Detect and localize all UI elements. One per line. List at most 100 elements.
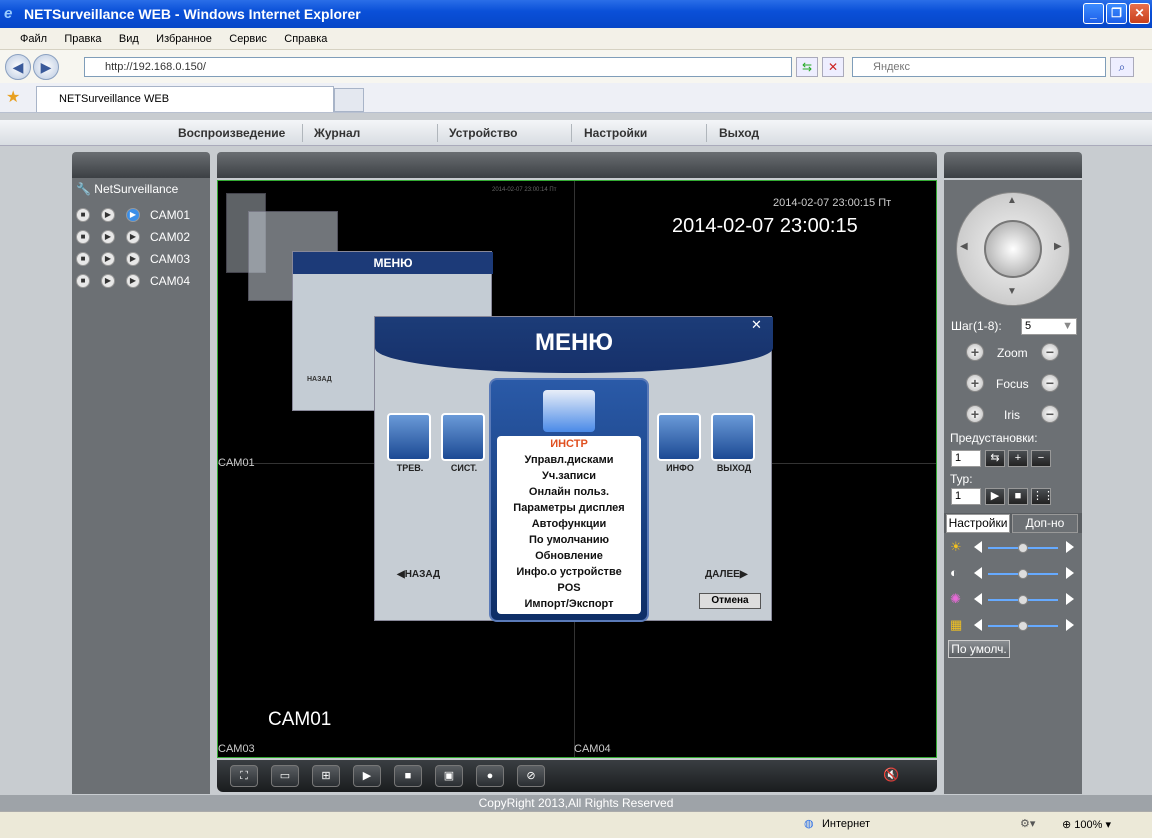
snapshot-icon[interactable]: ▣ <box>435 765 463 787</box>
hue-decrease[interactable] <box>974 619 982 631</box>
stop-icon[interactable]: ■ <box>76 274 90 288</box>
nav-exit[interactable]: Выход <box>719 120 759 146</box>
back-button[interactable]: ◀ <box>5 54 31 80</box>
stop-icon[interactable]: ■ <box>76 230 90 244</box>
ptz-right-icon[interactable]: ▶ <box>1054 241 1062 252</box>
iris-in-icon[interactable]: + <box>966 405 984 423</box>
stop-icon[interactable]: ■ <box>76 252 90 266</box>
favorites-star-icon[interactable]: ★ <box>6 87 20 107</box>
step-select[interactable]: 5 ▼ <box>1021 318 1077 335</box>
submenu-item[interactable]: Управл.дисками <box>497 452 641 468</box>
record-icon[interactable]: ▶ <box>126 252 140 266</box>
zoom-out-icon[interactable]: − <box>1041 343 1059 361</box>
menu-file[interactable]: Файл <box>20 28 47 50</box>
submenu-item[interactable]: Обновление <box>497 548 641 564</box>
info-icon[interactable] <box>657 413 701 461</box>
nav-settings[interactable]: Настройки <box>584 120 647 146</box>
play-icon[interactable]: ▶ <box>101 274 115 288</box>
video-view[interactable]: 2014-02-07 23:00:14 Пт 2014-02-07 23:00:… <box>217 180 937 758</box>
record-icon[interactable]: ▶ <box>126 208 140 222</box>
hue-slider-knob[interactable] <box>1018 621 1028 631</box>
fullscreen-icon[interactable]: ⛶ <box>230 765 258 787</box>
tab-extra[interactable]: Доп-но <box>1012 514 1078 533</box>
stop-record-icon[interactable]: ⊘ <box>517 765 545 787</box>
system-icon[interactable] <box>441 413 485 461</box>
osd-back-button[interactable]: ◀НАЗАД <box>397 569 440 580</box>
open-all-icon[interactable]: ▶ <box>353 765 381 787</box>
submenu-item[interactable]: По умолчанию <box>497 532 641 548</box>
ptz-down-icon[interactable]: ▼ <box>1007 286 1017 297</box>
tab-settings[interactable]: Настройки <box>946 514 1010 533</box>
submenu-item[interactable]: Импорт/Экспорт <box>497 596 641 612</box>
forward-button[interactable]: ▶ <box>33 54 59 80</box>
brightness-slider-knob[interactable] <box>1018 543 1028 553</box>
osd-next-button[interactable]: ДАЛЕЕ▶ <box>705 569 748 580</box>
menu-help[interactable]: Справка <box>284 28 327 50</box>
focus-out-icon[interactable]: − <box>1041 374 1059 392</box>
play-icon[interactable]: ▶ <box>101 208 115 222</box>
zoom-in-icon[interactable]: + <box>966 343 984 361</box>
preset-remove-icon[interactable]: − <box>1031 450 1051 467</box>
contrast-slider-knob[interactable] <box>1018 569 1028 579</box>
cam-row[interactable]: ■ ▶ ▶ CAM01 <box>76 206 206 226</box>
cam-row[interactable]: ■ ▶ ▶ CAM03 <box>76 250 206 270</box>
submenu-item[interactable]: POS <box>497 580 641 596</box>
submenu-item[interactable]: Автофункции <box>497 516 641 532</box>
submenu-item[interactable]: Уч.записи <box>497 468 641 484</box>
protected-mode-icon[interactable]: ⚙▾ <box>1020 817 1035 830</box>
nav-device[interactable]: Устройство <box>449 120 517 146</box>
menu-favorites[interactable]: Избранное <box>156 28 212 50</box>
stop-button[interactable]: ✕ <box>822 57 844 77</box>
nav-log[interactable]: Журнал <box>314 120 360 146</box>
lock-icon[interactable] <box>711 413 755 461</box>
alarm-icon[interactable] <box>387 413 431 461</box>
contrast-decrease[interactable] <box>974 567 982 579</box>
osd-cancel-button[interactable]: Отмена <box>699 593 761 609</box>
saturation-slider-knob[interactable] <box>1018 595 1028 605</box>
submenu-item[interactable]: Инфо.о устройстве <box>497 564 641 580</box>
record-all-icon[interactable]: ● <box>476 765 504 787</box>
saturation-decrease[interactable] <box>974 593 982 605</box>
tour-play-icon[interactable]: ▶ <box>985 488 1005 505</box>
tab-netsurveillance[interactable]: NETSurveillance WEB <box>36 86 334 112</box>
search-input[interactable]: Яндекс <box>852 57 1106 77</box>
play-icon[interactable]: ▶ <box>101 252 115 266</box>
submenu-selected[interactable]: ИНСТР <box>497 436 641 452</box>
tour-input[interactable]: 1 <box>951 488 981 505</box>
minimize-button[interactable]: _ <box>1083 3 1104 24</box>
preset-add-icon[interactable]: + <box>1008 450 1028 467</box>
ptz-up-icon[interactable]: ▲ <box>1007 195 1017 206</box>
brightness-increase[interactable] <box>1066 541 1074 553</box>
contrast-increase[interactable] <box>1066 567 1074 579</box>
default-button[interactable]: По умолч. <box>948 640 1010 658</box>
refresh-button[interactable]: ⇆ <box>796 57 818 77</box>
cam-row[interactable]: ■ ▶ ▶ CAM04 <box>76 272 206 292</box>
menu-view[interactable]: Вид <box>119 28 139 50</box>
tour-grid-icon[interactable]: ⋮⋮ <box>1031 488 1054 505</box>
preset-input[interactable]: 1 <box>951 450 981 467</box>
record-icon[interactable]: ▶ <box>126 230 140 244</box>
tour-stop-icon[interactable]: ■ <box>1008 488 1028 505</box>
close-all-icon[interactable]: ■ <box>394 765 422 787</box>
nav-playback[interactable]: Воспроизведение <box>178 120 285 146</box>
stop-icon[interactable]: ■ <box>76 208 90 222</box>
osd-close-icon[interactable]: ✕ <box>751 317 762 333</box>
hue-increase[interactable] <box>1066 619 1074 631</box>
zoom-level[interactable]: ⊕ 100% ▾ <box>1062 818 1111 831</box>
cam-row[interactable]: ■ ▶ ▶ CAM02 <box>76 228 206 248</box>
maximize-button[interactable]: ❐ <box>1106 3 1127 24</box>
saturation-increase[interactable] <box>1066 593 1074 605</box>
focus-in-icon[interactable]: + <box>966 374 984 392</box>
address-input[interactable]: http://192.168.0.150/ <box>84 57 792 77</box>
new-tab-button[interactable] <box>334 88 364 112</box>
ptz-left-icon[interactable]: ◀ <box>960 241 968 252</box>
preset-goto-icon[interactable]: ⇆ <box>985 450 1005 467</box>
ptz-center-button[interactable] <box>984 220 1042 278</box>
submenu-item[interactable]: Параметры дисплея <box>497 500 641 516</box>
record-icon[interactable]: ▶ <box>126 274 140 288</box>
menu-edit[interactable]: Правка <box>64 28 101 50</box>
play-icon[interactable]: ▶ <box>101 230 115 244</box>
mute-icon[interactable]: 🔇 <box>883 767 899 783</box>
single-view-icon[interactable]: ▭ <box>271 765 299 787</box>
submenu-item[interactable]: Онлайн польз. <box>497 484 641 500</box>
